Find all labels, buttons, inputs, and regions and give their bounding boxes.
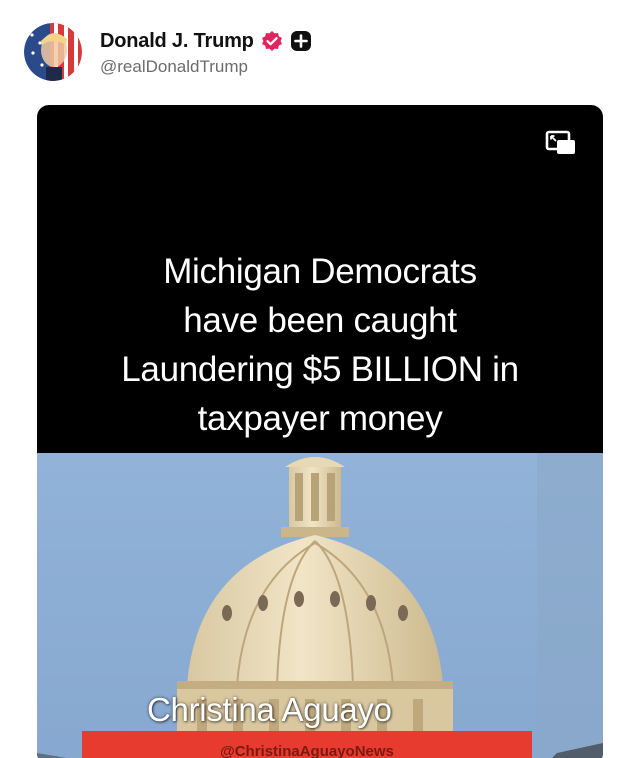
- headline-line: taxpayer money: [197, 399, 443, 438]
- picture-in-picture-icon[interactable]: [545, 129, 577, 157]
- author-info: Donald J. Trump @realDonaldTrump: [100, 27, 312, 77]
- watermark-handle: @ChristinaAguayoNews: [220, 743, 394, 758]
- post-header: Donald J. Trump @realDonaldTrump: [24, 22, 312, 82]
- avatar[interactable]: [24, 23, 82, 81]
- display-name[interactable]: Donald J. Trump: [100, 30, 254, 53]
- follow-plus-icon[interactable]: [290, 30, 312, 52]
- watermark-name: Christina Aguayo: [147, 691, 392, 728]
- watermark-bar: @ChristinaAguayoNews: [82, 731, 532, 758]
- name-row: Donald J. Trump: [100, 27, 312, 55]
- video-media[interactable]: Michigan Democrats have been caught Laun…: [37, 105, 603, 758]
- video-headline: Michigan Democrats have been caught Laun…: [37, 247, 603, 443]
- headline-line: have been caught: [183, 301, 457, 340]
- handle[interactable]: @realDonaldTrump: [100, 57, 312, 77]
- headline-line: Michigan Democrats: [163, 252, 477, 291]
- post-card: Donald J. Trump @realDonaldTrump Michiga…: [0, 0, 640, 758]
- verified-badge-icon: [261, 30, 283, 52]
- headline-line: Laundering $5 BILLION in: [121, 350, 519, 389]
